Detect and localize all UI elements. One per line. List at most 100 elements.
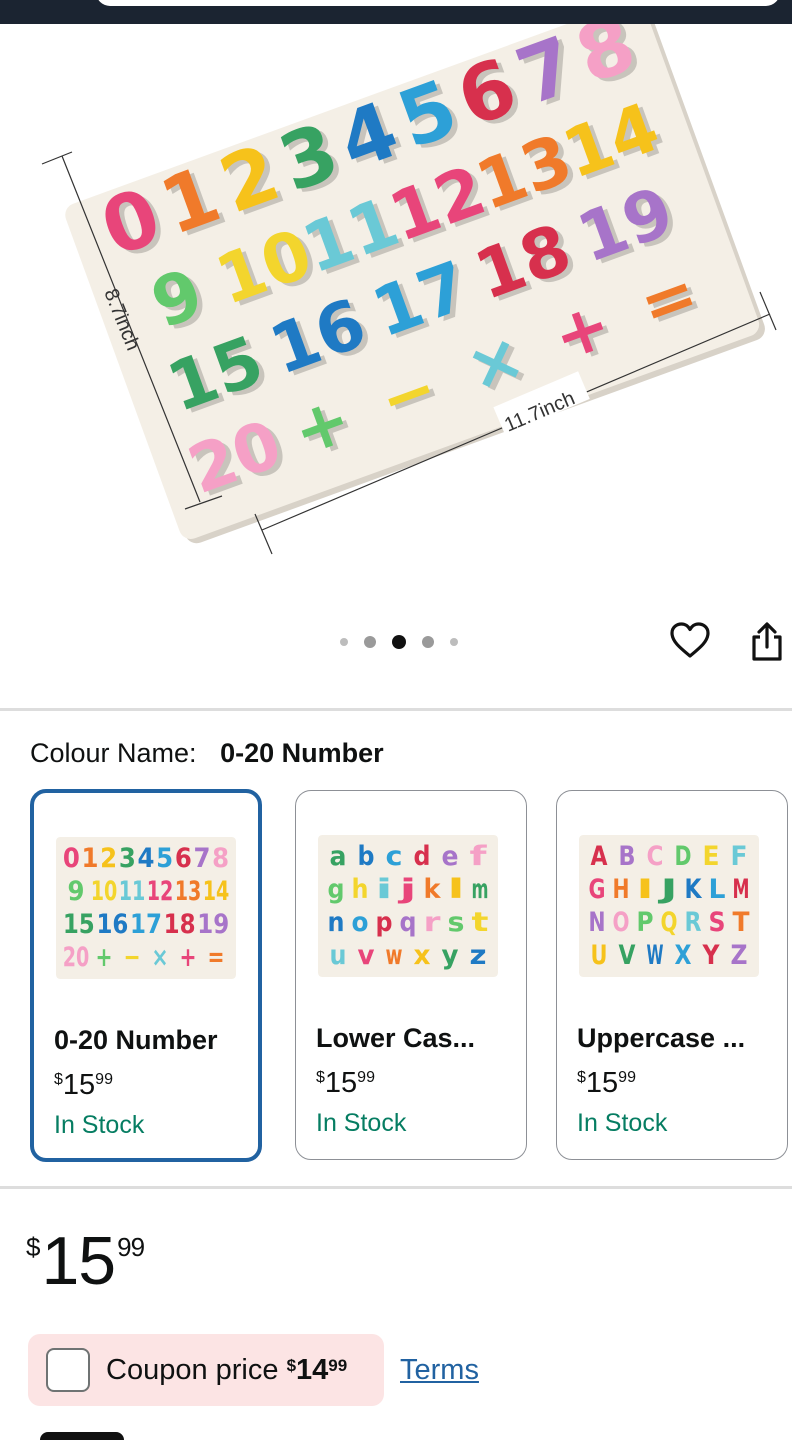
share-icon[interactable] xyxy=(745,620,789,664)
thumb-piece: D xyxy=(675,841,692,872)
thumb-piece: e xyxy=(442,841,459,872)
image-carousel-dots[interactable] xyxy=(340,632,458,652)
thumb-piece: 6 xyxy=(175,843,192,874)
carousel-dot[interactable] xyxy=(392,635,406,649)
thumb-piece: E xyxy=(703,841,720,872)
thumb-piece: L xyxy=(709,874,726,905)
thumb-piece: 15 xyxy=(63,909,95,940)
thumb-piece: 16 xyxy=(96,909,128,940)
thumb-piece: g xyxy=(328,874,345,905)
thumb-piece: M xyxy=(733,874,750,905)
thumb-piece: T xyxy=(733,907,751,938)
puzzle-board: 0011223344556677889910101111121213131414… xyxy=(65,24,765,544)
thumb-piece: 11 xyxy=(119,876,146,907)
thumb-piece: j xyxy=(398,874,417,905)
carousel-dot[interactable] xyxy=(422,636,434,648)
thumb-piece: k xyxy=(424,874,442,905)
thumb-piece: p xyxy=(376,907,393,938)
coupon-terms-link[interactable]: Terms xyxy=(400,1354,479,1387)
thumb-piece: x xyxy=(414,940,431,971)
thumb-piece: 0 xyxy=(63,843,80,874)
thumb-piece: Z xyxy=(731,940,748,971)
thumb-piece: B xyxy=(619,841,636,872)
thumb-piece: × xyxy=(152,942,169,973)
thumb-piece: r xyxy=(424,907,442,938)
thumb-piece: d xyxy=(414,841,431,872)
thumb-piece: q xyxy=(400,907,417,938)
thumb-piece: 4 xyxy=(138,843,155,874)
thumb-piece: y xyxy=(442,940,459,971)
carousel-dot[interactable] xyxy=(364,636,376,648)
thumb-piece: 20 xyxy=(63,942,90,973)
thumb-piece: 17 xyxy=(130,909,162,940)
thumb-piece: 19 xyxy=(197,909,229,940)
thumb-piece: I xyxy=(637,874,654,905)
variant-card-uppercase[interactable]: ABCDEF GHIJKLM NOPQRST UVWXYZ Uppercase ...… xyxy=(556,790,788,1160)
top-bar xyxy=(0,0,792,24)
thumb-piece: F xyxy=(731,841,748,872)
thumb-piece: P xyxy=(637,907,654,938)
variant-name: 0-20 Number xyxy=(54,1025,218,1055)
thumb-piece: X xyxy=(675,940,692,971)
product-image[interactable]: 0 0 1 1 2 2 3 3 4 4 5 5 6 6 7 7 8 8 9 9 10 10 11 11 12 12 13 13 14 14… xyxy=(0,24,792,614)
thumb-piece: U xyxy=(591,940,608,971)
section-divider xyxy=(0,708,792,711)
thumb-piece: l xyxy=(448,874,465,905)
thumb-piece: C xyxy=(647,841,664,872)
thumb-piece: w xyxy=(386,940,403,971)
variant-thumbnail: a b c d e f g h i j k l m n o p q r s t u v w x y z xyxy=(318,835,498,977)
thumb-piece: G xyxy=(589,874,606,905)
carousel-dot[interactable] xyxy=(450,638,458,646)
heart-icon[interactable] xyxy=(668,618,712,662)
variant-price: $1599 xyxy=(316,1067,375,1099)
thumb-piece: 3 xyxy=(119,843,136,874)
thumb-piece: i xyxy=(376,874,393,905)
variant-name: Lower Cas... xyxy=(316,1023,476,1053)
thumb-piece: W xyxy=(647,940,664,971)
variant-price: $1599 xyxy=(577,1067,636,1099)
thumb-piece: Y xyxy=(702,940,720,971)
product-price: $1599 xyxy=(26,1223,145,1299)
variant-card-0-20-number[interactable]: 0 1 2 3 4 5 6 7 8 9 10 11 12 13 14 15 16 17 18 19 20 + − × + = 0-… xyxy=(30,789,262,1162)
thumb-piece: b xyxy=(358,841,375,872)
thumb-piece: 12 xyxy=(147,876,174,907)
variant-stock-status: In Stock xyxy=(54,1111,145,1139)
section-divider xyxy=(0,1186,792,1189)
carousel-dot[interactable] xyxy=(340,638,348,646)
variant-stock-status: In Stock xyxy=(316,1109,407,1137)
thumb-piece: R xyxy=(685,907,702,938)
coupon-text: Coupon price $1499 xyxy=(106,1354,348,1386)
variant-thumbnail: 0 1 2 3 4 5 6 7 89 10 11 12 13 1415 16 17 18 1920 + − × + = xyxy=(56,837,236,979)
variant-card-lower-case[interactable]: abcdefghijklmnopqrstuvwxyz Lower Cas... … xyxy=(295,790,527,1160)
thumb-piece: − xyxy=(124,942,141,973)
thumb-piece: h xyxy=(352,874,369,905)
thumb-piece: J xyxy=(657,874,677,905)
colour-name-value: 0-20 Number xyxy=(220,738,384,768)
thumb-piece: 13 xyxy=(175,876,202,907)
thumb-piece: O xyxy=(613,907,630,938)
thumb-piece: o xyxy=(352,907,369,938)
thumb-piece: V xyxy=(619,940,636,971)
thumb-piece: 9 xyxy=(68,876,85,907)
thumb-piece: t xyxy=(472,907,489,938)
thumb-piece: 1 xyxy=(82,843,99,874)
thumb-piece: = xyxy=(208,942,225,973)
thumb-piece: Q xyxy=(661,907,678,938)
thumb-piece: u xyxy=(330,940,347,971)
thumb-piece: 18 xyxy=(164,909,196,940)
thumb-piece: 2 xyxy=(100,843,117,874)
coupon-price: $1499 xyxy=(286,1354,348,1386)
variant-stock-status: In Stock xyxy=(577,1109,668,1137)
thumb-piece: S xyxy=(709,907,726,938)
puzzle-board-image: 0011223344556677889910101111121213131414… xyxy=(41,24,777,555)
thumb-piece: 10 xyxy=(91,876,118,907)
thumb-piece: H xyxy=(613,874,630,905)
variant-thumbnail: A B C D E F G H I J K L M N O P Q R S T U V W X Y Z xyxy=(579,835,759,977)
variant-name: Uppercase ... xyxy=(577,1023,746,1053)
search-bar[interactable] xyxy=(96,0,780,6)
coupon-checkbox[interactable] xyxy=(46,1348,90,1392)
thumb-piece: z xyxy=(470,940,487,971)
thumb-piece: v xyxy=(358,940,375,971)
colour-name-label: Colour Name: xyxy=(30,738,197,768)
thumb-piece: N xyxy=(589,907,606,938)
